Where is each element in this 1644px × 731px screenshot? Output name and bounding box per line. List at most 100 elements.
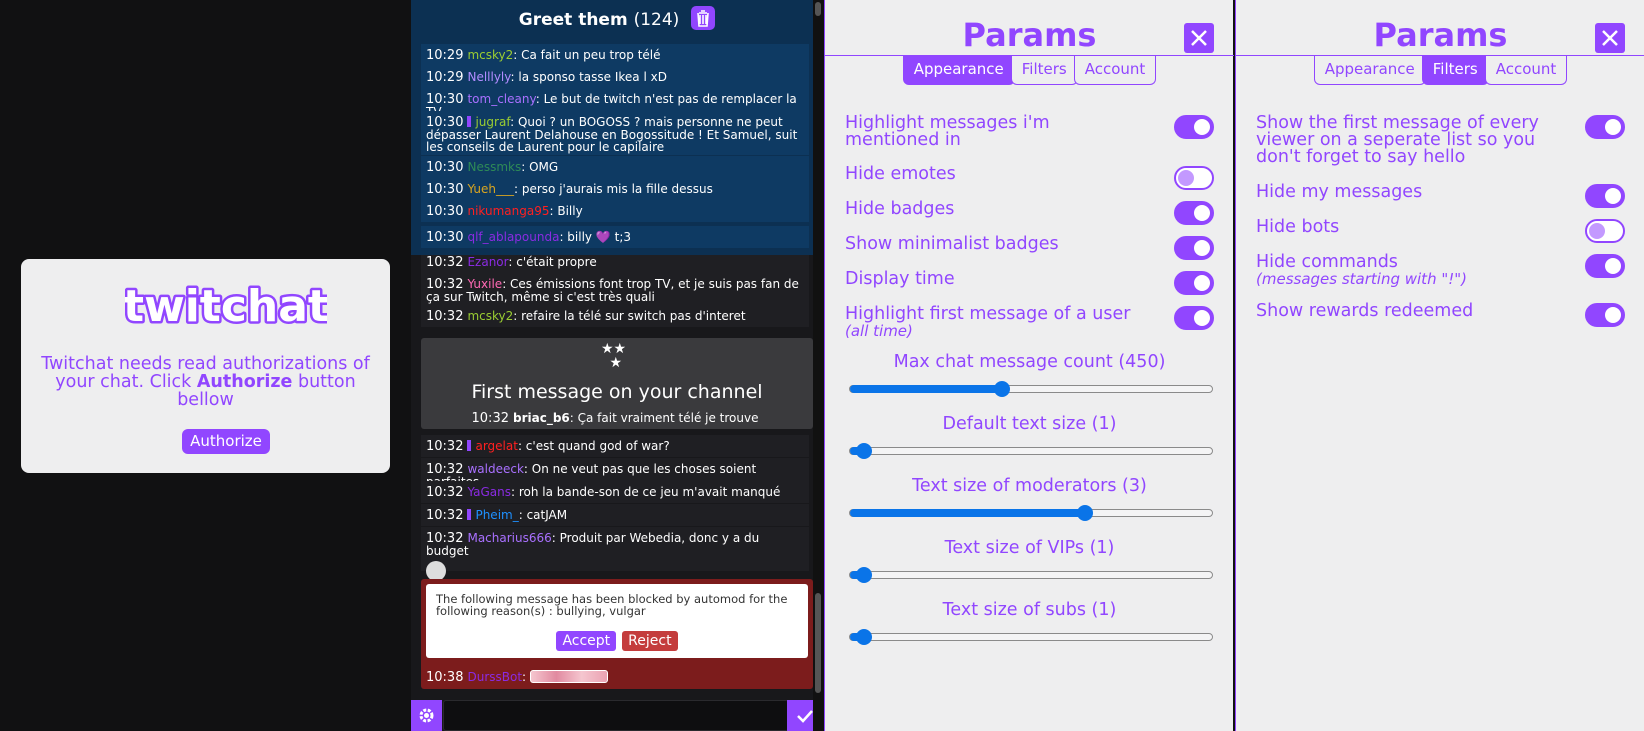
option-toggle[interactable] — [1174, 306, 1214, 330]
slider-knob[interactable] — [856, 629, 873, 645]
message-user[interactable]: Yueh___ — [467, 182, 514, 196]
option-row: Highlight first message of a user (all ti… — [845, 305, 1214, 339]
tab-account[interactable]: Account — [1073, 56, 1157, 85]
tab-filters[interactable]: Filters — [1421, 56, 1489, 85]
option-toggle[interactable] — [1174, 201, 1214, 225]
twitchat-logo: twitchat twitchat — [121, 279, 332, 335]
chat-message[interactable]: 10:32 mcsky2: refaire la télé sur switch … — [421, 305, 809, 327]
panel-title: Params — [962, 16, 1097, 54]
authorize-button[interactable]: Authorize — [182, 429, 270, 454]
chat-message[interactable]: 10:32 YaGans: roh la bande-son de ce jeu … — [421, 481, 809, 503]
automod-box: The following message has been blocked b… — [421, 579, 813, 689]
option-toggle[interactable] — [1585, 303, 1625, 327]
message-user[interactable]: Nelllyly — [467, 70, 510, 84]
reject-button[interactable]: Reject — [622, 631, 678, 651]
message-time: 10:38 — [426, 670, 464, 685]
tab-filters[interactable]: Filters — [1010, 56, 1078, 85]
message-user[interactable]: argelat — [475, 439, 517, 453]
tab-appearance[interactable]: Appearance — [1313, 56, 1426, 85]
option-toggle[interactable] — [1174, 271, 1214, 295]
chat-message[interactable]: 10:30 Nessmks: OMG — [421, 156, 809, 178]
message-user[interactable]: waldeeck — [467, 462, 523, 476]
first-message[interactable]: 10:32 briac_b6: Ça fait vraiment télé je … — [421, 407, 809, 429]
chat-message[interactable]: 10:32 Yuxile: Ces émissions font trop TV,… — [421, 273, 809, 307]
tab-appearance[interactable]: Appearance — [902, 56, 1015, 85]
option-sublabel: (messages starting with "!") — [1256, 270, 1468, 288]
chat-message[interactable]: 10:30 qlf_ablapounda: billy 💜 t;3 — [421, 226, 809, 248]
message-user[interactable]: Macharius666 — [467, 531, 551, 545]
option-row: Highlight messages i'm mentioned in — [845, 114, 1214, 149]
close-button[interactable] — [1595, 23, 1625, 53]
message-user[interactable]: tom_cleany — [467, 92, 535, 106]
option-toggle[interactable] — [1585, 219, 1625, 243]
chat-message[interactable]: 10:32 Macharius666: Produit par Webedia, … — [421, 527, 809, 581]
close-button[interactable] — [1184, 23, 1214, 53]
slider[interactable] — [849, 629, 1213, 645]
slider-knob[interactable] — [994, 381, 1011, 397]
slider-knob[interactable] — [856, 567, 873, 583]
message-user[interactable]: Yuxile — [467, 277, 502, 291]
message-user[interactable]: jugraf — [475, 115, 510, 129]
chat-bottom-bar — [411, 700, 823, 731]
slider[interactable] — [849, 505, 1213, 521]
chat-message[interactable]: 10:32 Pheim_: catJAM — [421, 504, 809, 526]
slider[interactable] — [849, 567, 1213, 583]
slider[interactable] — [849, 381, 1213, 397]
option-toggle[interactable] — [1174, 166, 1214, 190]
option-toggle[interactable] — [1174, 115, 1214, 139]
option-toggle[interactable] — [1585, 254, 1625, 278]
option-label: Hide bots — [1256, 217, 1340, 237]
chat-message[interactable]: 10:30 jugraf: Quoi ? un BOGOSS ? mais per… — [421, 111, 809, 155]
slider-knob[interactable] — [856, 443, 873, 459]
slider-knob[interactable] — [1077, 505, 1094, 521]
panel-title: Params — [1373, 16, 1508, 54]
settings-button[interactable] — [411, 700, 442, 731]
message-text: : la sponso tasse Ikea l xD — [510, 70, 667, 84]
scrollbar-thumb[interactable] — [815, 593, 821, 693]
trash-icon[interactable] — [691, 6, 716, 30]
blurred-message — [529, 670, 608, 683]
message-user[interactable]: Pheim_ — [475, 508, 518, 522]
option-row: Show rewards redeemed — [1256, 302, 1625, 327]
chat-scrollbar[interactable] — [813, 0, 823, 731]
chat-message[interactable]: 10:30 nikumanga95: Billy — [421, 200, 809, 222]
message-user[interactable]: mcsky2 — [467, 48, 513, 62]
message-user[interactable]: briac_b6 — [513, 411, 570, 425]
message-user[interactable]: DurssBot — [467, 670, 522, 684]
message-time: 10:32 — [471, 411, 509, 426]
message-user[interactable]: Ezanor — [467, 255, 508, 269]
tab-account[interactable]: Account — [1484, 56, 1568, 85]
message-text: : perso j'aurais mis la fille dessus — [514, 182, 713, 196]
scrollbar-thumb-top[interactable] — [815, 2, 821, 16]
badge-icon — [467, 440, 472, 451]
message-text: : Ca fait un peu trop télé — [513, 48, 661, 62]
message-time: 10:32 — [426, 439, 464, 454]
params-panel-filters: Params Appearance Filters Account Show the… — [1235, 0, 1644, 731]
message-user[interactable]: Nessmks — [467, 160, 521, 174]
option-row: Hide emotes — [845, 165, 1214, 190]
chat-message[interactable]: 10:29 Nelllyly: la sponso tasse Ikea l xD — [421, 66, 809, 88]
params-panel-appearance: Params Appearance Filters Account Highligh… — [824, 0, 1234, 731]
message-user[interactable]: qlf_ablapounda — [467, 230, 559, 244]
chat-message[interactable]: 10:30 Yueh___: perso j'aurais mis la fill… — [421, 178, 809, 200]
chat-message[interactable]: 10:29 mcsky2: Ca fait un peu trop télé — [421, 44, 809, 66]
option-toggle[interactable] — [1174, 236, 1214, 260]
chat-input[interactable] — [443, 700, 789, 731]
logo-text-inner: twitchat — [125, 281, 327, 332]
tab-bar: Appearance Filters Account — [1236, 55, 1644, 85]
message-user[interactable]: YaGans — [467, 485, 511, 499]
emote-icon — [426, 561, 446, 581]
message-user[interactable]: mcsky2 — [467, 309, 513, 323]
chat-message[interactable]: 10:32 argelat: c'est quand god of war? — [421, 435, 809, 457]
message-text-2: t;3 — [610, 230, 631, 244]
option-toggle[interactable] — [1585, 115, 1625, 139]
accept-button[interactable]: Accept — [556, 631, 617, 651]
message-user[interactable]: nikumanga95 — [467, 204, 549, 218]
option-toggle[interactable] — [1585, 184, 1625, 208]
message-text: : Ça fait vraiment télé je trouve — [569, 411, 759, 425]
first-message-title: First message on your channel — [471, 381, 763, 403]
message-text: : refaire la télé sur switch pas d'inter… — [513, 309, 746, 323]
badge-icon — [467, 509, 472, 520]
slider[interactable] — [849, 443, 1213, 459]
slider-fill — [850, 385, 1003, 393]
